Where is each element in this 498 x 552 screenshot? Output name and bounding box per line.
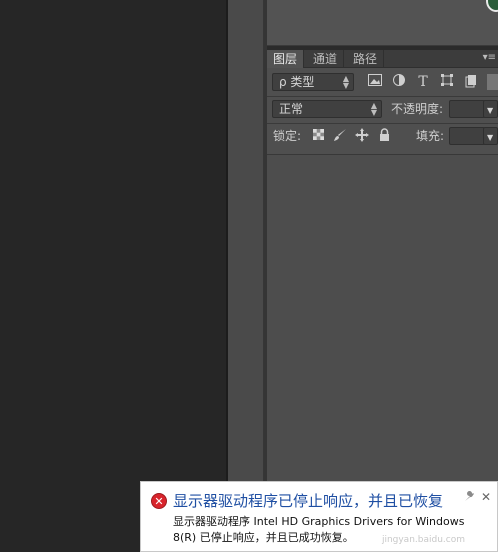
- lock-row: 锁定: 填充: ▼: [267, 124, 498, 150]
- opacity-input[interactable]: [449, 100, 485, 118]
- lock-all-icon[interactable]: [376, 128, 392, 144]
- canvas-area[interactable]: [0, 0, 226, 552]
- panel-menu-icon[interactable]: ▾≡: [483, 50, 496, 68]
- close-icon[interactable]: ✕: [481, 490, 491, 504]
- panel-toolstrip: [228, 0, 264, 552]
- fill-dropdown[interactable]: ▼: [483, 127, 498, 145]
- top-panel: [267, 0, 498, 46]
- error-icon: ✕: [151, 493, 167, 509]
- opacity-dropdown[interactable]: ▼: [483, 100, 498, 118]
- chevron-updown-icon: ▲ ▼: [370, 101, 377, 117]
- fill-input[interactable]: [449, 127, 485, 145]
- layers-panel: 图层 通道 路径 ▾≡ ρ 类型 ▲ ▼ T 正常 ▲ ▼ 不透明度: ▼ 锁定…: [267, 50, 498, 552]
- settings-wrench-icon[interactable]: [464, 491, 475, 505]
- smart-object-filter-icon[interactable]: [463, 74, 479, 90]
- watermark: jingyan.baidu.com: [381, 535, 465, 545]
- tab-paths[interactable]: 路径: [347, 50, 385, 68]
- fill-label: 填充:: [416, 129, 445, 143]
- panel-tabbar: 图层 通道 路径 ▾≡: [267, 50, 498, 68]
- blend-row: 正常 ▲ ▼ 不透明度: ▼: [267, 97, 498, 123]
- lock-position-move-icon[interactable]: [354, 128, 370, 144]
- status-indicator-icon: [486, 0, 498, 12]
- blend-mode-select[interactable]: 正常 ▲ ▼: [272, 100, 382, 118]
- image-filter-icon[interactable]: [367, 74, 383, 90]
- chevron-down-icon: ▼: [487, 106, 494, 115]
- filter-toggle-icon[interactable]: [487, 74, 498, 90]
- blend-mode-value: 正常: [279, 102, 304, 116]
- adjustment-filter-icon[interactable]: [391, 74, 407, 90]
- shape-filter-icon[interactable]: [439, 74, 455, 90]
- driver-error-notification[interactable]: ✕ 显示器驱动程序已停止响应，并且已恢复 ✕ 显示器驱动程序 Intel HD …: [140, 481, 498, 552]
- lock-label: 锁定:: [273, 129, 302, 143]
- tab-channels[interactable]: 通道: [307, 50, 345, 68]
- filter-row: ρ 类型 ▲ ▼ T: [267, 70, 498, 96]
- chevron-updown-icon: ▲ ▼: [342, 74, 349, 90]
- opacity-label: 不透明度:: [391, 102, 444, 116]
- type-filter-icon[interactable]: T: [415, 74, 431, 90]
- filter-kind-label: ρ 类型: [279, 75, 315, 89]
- lock-transparency-icon[interactable]: [310, 128, 326, 144]
- lock-pixels-brush-icon[interactable]: [332, 128, 348, 144]
- filter-kind-select[interactable]: ρ 类型 ▲ ▼: [272, 73, 354, 91]
- notification-title: 显示器驱动程序已停止响应，并且已恢复: [173, 492, 444, 510]
- tab-layers[interactable]: 图层: [267, 50, 305, 68]
- chevron-down-icon: ▼: [487, 133, 494, 142]
